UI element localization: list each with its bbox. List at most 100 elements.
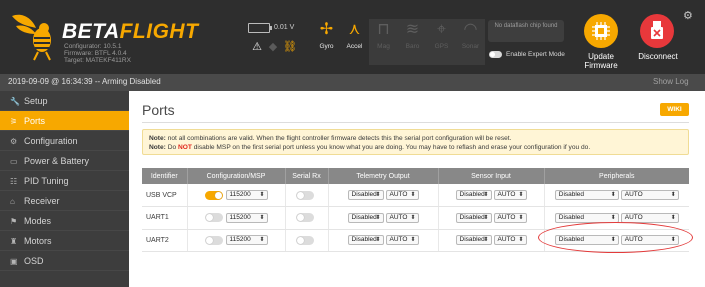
- link-icon: ⛓: [283, 41, 297, 53]
- sensor-baud-select[interactable]: AUTO: [493, 190, 527, 200]
- status-bar: 2019-09-09 @ 16:34:39 -- Arming Disabled…: [0, 74, 705, 91]
- sensor-baro: ≋ Baro: [398, 19, 427, 65]
- sidebar-item-motors[interactable]: ♜ Motors: [0, 231, 129, 251]
- sidebar-item-receiver[interactable]: ⌂ Receiver: [0, 191, 129, 211]
- table-row: USB VCP 115200 DisabledAUTO DisabledAUTO…: [142, 184, 689, 207]
- msp-cell: 115200: [187, 184, 286, 207]
- sidebar: 🔧 Setup ⚞ Ports ⚙ Configuration ▭ Power & Ba…: [0, 91, 129, 287]
- port-identifier: UART2: [142, 229, 188, 252]
- telemetry-cell: DisabledAUTO: [328, 184, 439, 207]
- msp-toggle[interactable]: [204, 235, 223, 245]
- usb-plug-icon: [651, 21, 663, 39]
- sensor-baud-select[interactable]: AUTO: [493, 212, 527, 223]
- update-firmware-label: Update Firmware: [584, 52, 618, 70]
- disconnect-label: Disconnect: [638, 52, 678, 61]
- sensor-cell: DisabledAUTO: [438, 229, 545, 252]
- serial-rx-toggle[interactable]: [296, 235, 314, 245]
- betaflight-bee-logo: [12, 14, 51, 61]
- telemetry-baud-select[interactable]: AUTO: [385, 235, 419, 246]
- sidebar-item-ports[interactable]: ⚞ Ports: [0, 111, 129, 131]
- show-log-link[interactable]: Show Log: [653, 77, 689, 86]
- sensor-select[interactable]: Disabled: [455, 235, 492, 246]
- top-header: BETAFLIGHT Configurator: 10.5.1 Firmware…: [0, 0, 705, 74]
- target-name: Target: MATEKF411RX: [64, 57, 131, 64]
- serial-rx-cell: [285, 206, 329, 230]
- sensor-baud-select[interactable]: AUTO: [493, 235, 527, 246]
- msp-baud-select[interactable]: 115200: [225, 190, 268, 200]
- msp-cell: 115200: [187, 206, 286, 230]
- sidebar-item-configuration[interactable]: ⚙ Configuration: [0, 131, 129, 151]
- battery-voltage: 0.01 V: [274, 24, 295, 31]
- sidebar-item-setup[interactable]: 🔧 Setup: [0, 91, 129, 111]
- title-divider: [142, 122, 689, 123]
- peripherals-select[interactable]: Disabled: [554, 190, 619, 200]
- flag-icon: ⚑: [10, 217, 18, 226]
- sensor-sonar: ◠ Sonar: [456, 19, 485, 65]
- sidebar-item-pid-tuning[interactable]: ☷ PID Tuning: [0, 171, 129, 191]
- col-telemetry-output: Telemetry Output: [328, 168, 439, 184]
- accel-icon: ⋏: [348, 21, 361, 38]
- gyro-icon: ✢: [319, 21, 334, 38]
- sonar-icon: ◠: [463, 21, 478, 38]
- betaflight-logo-text: BETAFLIGHT: [62, 20, 199, 43]
- sliders-icon: ☷: [10, 177, 18, 186]
- telemetry-cell: DisabledAUTO: [328, 206, 439, 230]
- osd-icon: ▣: [10, 257, 18, 266]
- sensor-select[interactable]: Disabled: [455, 212, 492, 223]
- telemetry-select[interactable]: Disabled: [347, 190, 384, 200]
- telemetry-select[interactable]: Disabled: [347, 235, 384, 246]
- msp-baud-select[interactable]: 115200: [225, 235, 268, 246]
- ports-note: Note: not all combinations are valid. Wh…: [142, 129, 689, 155]
- sidebar-item-modes[interactable]: ⚑ Modes: [0, 211, 129, 231]
- chip-icon: [592, 22, 610, 40]
- serial-rx-toggle[interactable]: [296, 213, 314, 223]
- table-header-row: Identifier Configuration/MSP Serial Rx T…: [142, 168, 689, 184]
- expert-mode-toggle[interactable]: [489, 51, 502, 58]
- peripherals-baud-select[interactable]: AUTO: [620, 212, 679, 223]
- sensor-cell: DisabledAUTO: [438, 206, 545, 230]
- ports-icon: ⚞: [10, 117, 18, 126]
- port-identifier: UART1: [142, 206, 188, 230]
- dataflash-status: No dataflash chip found: [488, 20, 564, 42]
- col-sensor-input: Sensor Input: [438, 168, 545, 184]
- sidebar-item-osd[interactable]: ▣ OSD: [0, 251, 129, 271]
- disconnect-button[interactable]: [640, 14, 674, 48]
- motor-icon: ♜: [10, 237, 18, 246]
- col-peripherals: Peripherals: [544, 168, 689, 184]
- sensor-mag: ⊓ Mag: [369, 19, 398, 65]
- sensor-gyro: ✢ Gyro: [312, 19, 341, 65]
- sensor-select[interactable]: Disabled: [455, 190, 492, 200]
- wrench-icon: 🔧: [10, 97, 20, 106]
- battery-icon: [248, 23, 272, 33]
- peripherals-cell: DisabledAUTO: [544, 184, 689, 207]
- col-identifier: Identifier: [142, 168, 188, 184]
- update-firmware-button[interactable]: [584, 14, 618, 48]
- msp-toggle[interactable]: [204, 190, 223, 200]
- expert-mode-label: Enable Expert Mode: [506, 51, 565, 58]
- mag-icon: ⊓: [377, 21, 390, 38]
- serial-rx-toggle[interactable]: [296, 190, 314, 200]
- sidebar-item-power-battery[interactable]: ▭ Power & Battery: [0, 151, 129, 171]
- telemetry-select[interactable]: Disabled: [347, 212, 384, 223]
- telemetry-cell: DisabledAUTO: [328, 229, 439, 252]
- msp-cell: 115200: [187, 229, 286, 252]
- wiki-button[interactable]: WIKI: [660, 103, 689, 116]
- gps-icon: ⌖: [436, 21, 446, 38]
- msp-toggle[interactable]: [204, 213, 223, 223]
- receiver-icon: ⌂: [10, 197, 15, 206]
- highlight-annotation-ellipse: [538, 222, 693, 253]
- gear-icon: ⚙: [10, 137, 18, 146]
- telemetry-baud-select[interactable]: AUTO: [385, 212, 419, 223]
- serial-rx-cell: [285, 229, 329, 252]
- page-title: Ports: [142, 102, 175, 118]
- warning-icon: ⚠: [252, 41, 262, 53]
- peripherals-baud-select[interactable]: AUTO: [620, 190, 679, 200]
- telemetry-baud-select[interactable]: AUTO: [385, 190, 419, 200]
- sensor-cell: DisabledAUTO: [438, 184, 545, 207]
- serial-rx-cell: [285, 184, 329, 207]
- diamond-icon: ◆: [268, 41, 278, 53]
- baro-icon: ≋: [405, 21, 420, 38]
- col-configuration-msp: Configuration/MSP: [187, 168, 286, 184]
- settings-gear-icon[interactable]: ⚙: [683, 9, 693, 22]
- msp-baud-select[interactable]: 115200: [225, 212, 268, 223]
